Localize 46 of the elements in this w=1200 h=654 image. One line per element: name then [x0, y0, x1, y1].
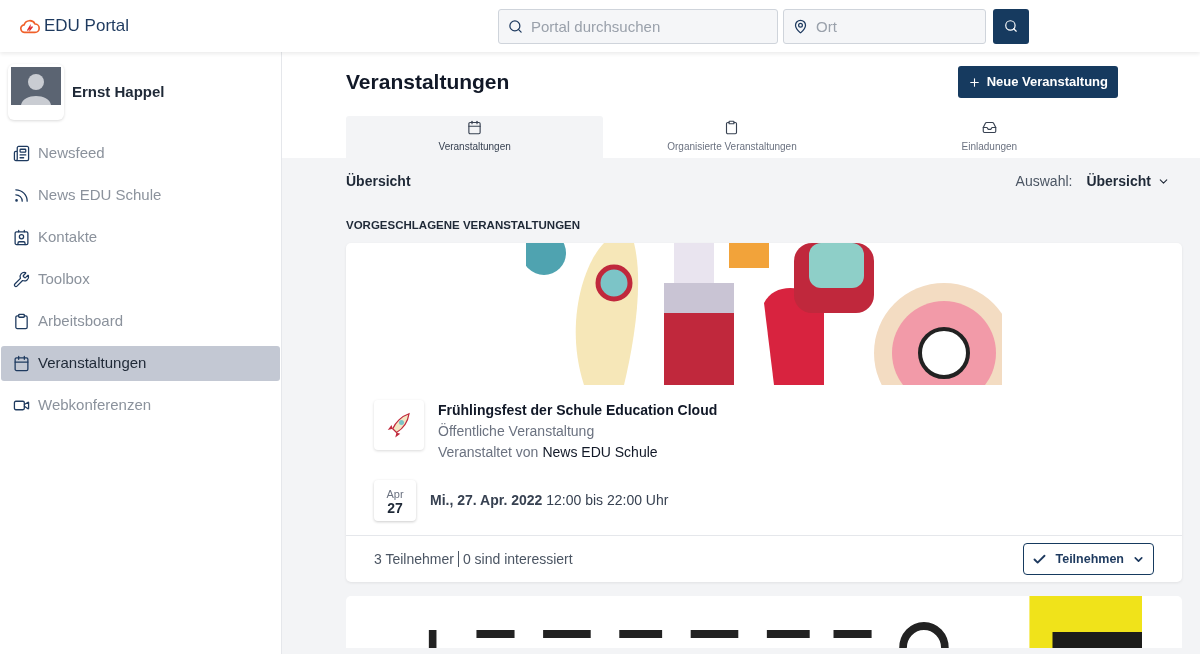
- new-event-button[interactable]: Neue Veranstaltung: [957, 66, 1118, 98]
- clipboard-icon: [724, 120, 740, 135]
- location-field[interactable]: Ort: [783, 8, 986, 44]
- sidebar-item[interactable]: Veranstaltungen: [1, 346, 280, 381]
- selection-label: Auswahl:: [1015, 171, 1073, 191]
- event-date-time: Mi., 27. Apr. 2022 12:00 bis 22:00 Uhr: [430, 491, 669, 511]
- clipboard-icon: [13, 313, 30, 330]
- tab[interactable]: Veranstaltungen: [346, 116, 604, 158]
- section-heading: VORGESCHLAGENE VERANSTALTUNGEN: [346, 218, 582, 233]
- selection-dropdown[interactable]: Übersicht: [1086, 170, 1170, 192]
- organizer-label: Veranstaltet von: [438, 443, 539, 463]
- tab[interactable]: Organisierte Veranstaltungen: [603, 116, 861, 158]
- sidebar-item[interactable]: Arbeitsboard: [1, 304, 280, 339]
- inbox-icon: [981, 120, 997, 135]
- organizer-link[interactable]: News EDU Schule: [542, 442, 658, 464]
- search-icon: [508, 18, 523, 34]
- cloud-logo-icon: [20, 18, 40, 34]
- contact-icon: [13, 229, 30, 246]
- search-field[interactable]: Portal durchsuchen: [498, 8, 778, 44]
- event-visibility: Öffentliche Veranstaltung: [438, 422, 596, 442]
- sidebar-item[interactable]: Kontakte: [1, 220, 280, 255]
- tab[interactable]: Einladungen: [860, 116, 1118, 158]
- logo-text: EDU Portal: [44, 15, 130, 38]
- search-icon: [1004, 19, 1018, 33]
- calendar-icon: [13, 355, 30, 372]
- sidebar-item[interactable]: Toolbox: [1, 262, 280, 297]
- sidebar-item[interactable]: News EDU Schule: [1, 178, 280, 213]
- location-pin-icon: [793, 18, 808, 34]
- news-icon: [13, 145, 30, 162]
- participant-count: 3 Teilnehmer: [374, 549, 454, 569]
- event-title: Frühlingsfest der Schule Education Cloud: [438, 401, 718, 421]
- sidebar-item[interactable]: Webkonferenzen: [1, 388, 280, 423]
- overview-heading: Übersicht: [346, 171, 411, 191]
- search-button[interactable]: [993, 8, 1029, 44]
- date-day: 27: [387, 500, 403, 515]
- participate-button[interactable]: Teilnehmen: [1023, 543, 1154, 576]
- sidebar-item[interactable]: Newsfeed: [1, 136, 280, 171]
- date-month: Apr: [386, 486, 404, 501]
- user-name: Ernst Happel: [72, 81, 165, 102]
- avatar[interactable]: [8, 64, 64, 120]
- calendar-icon: [467, 120, 483, 135]
- plus-icon: [967, 75, 981, 89]
- page-title: Veranstaltungen: [346, 69, 510, 96]
- rss-icon: [13, 187, 30, 204]
- interested-count: 0 sind interessiert: [462, 549, 573, 569]
- wrench-icon: [13, 271, 30, 288]
